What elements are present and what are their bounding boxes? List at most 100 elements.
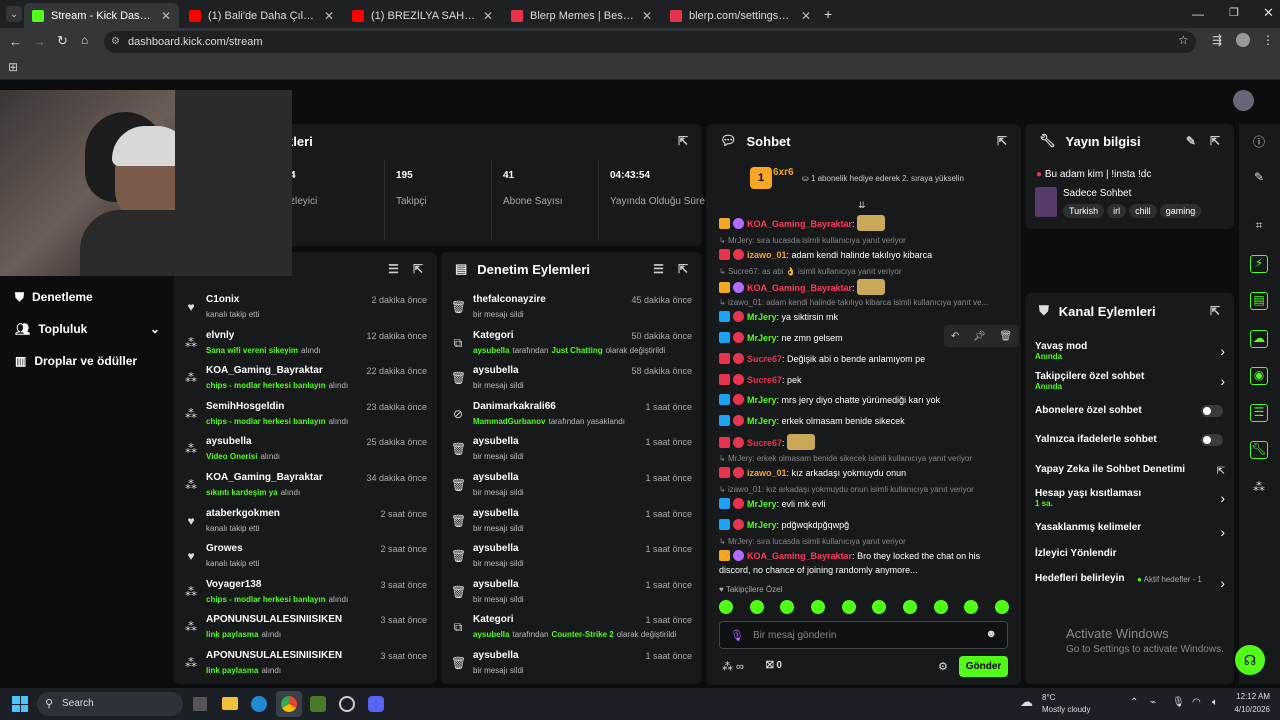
stream-tag[interactable]: irl [1107,204,1127,218]
moderation-row[interactable]: 🗑︎ aysubella 1 saat önce bir mesajı sildi [441,432,702,468]
emote-icon[interactable] [902,600,917,614]
channel-action-row[interactable]: Takipçilere özel sohbet Anında › [1035,371,1225,393]
moderation-row[interactable]: 🗑︎ aysubella 1 saat önce bir mesajı sildi [441,539,702,575]
chat-message[interactable]: KOA_Gaming_Bayraktar: [719,279,1011,295]
channel-action-row[interactable]: Yapay Zeka ile Sohbet Denetimi ⇱ [1035,464,1225,486]
popout-icon[interactable]: ⇱ [1210,304,1220,318]
tab-close-icon[interactable]: ✕ [324,9,334,23]
chat-input[interactable]: 🎙︎ Bir mesaj gönderin ☻ [719,621,1008,649]
obs-icon[interactable] [339,696,355,712]
emote-icon[interactable] [749,600,764,614]
chat-message[interactable]: MrJery: pdğwqkdpğqwpğ [719,518,1011,532]
moderation-row[interactable]: ⧉ Kategori 1 saat önce aysubella tarafından C… [441,610,702,646]
app-icon[interactable] [310,696,326,712]
activity-row[interactable]: ⁂ SemihHosgeldin 23 dakika önce chips - mod… [174,397,437,433]
send-button[interactable]: Gönder [959,656,1008,677]
file-explorer-icon[interactable] [222,697,238,710]
pencil-icon[interactable]: ✎ [1250,170,1268,188]
edge-icon[interactable] [251,696,267,712]
emote-icon[interactable] [964,600,979,614]
tab-close-icon[interactable]: ✕ [642,9,652,23]
activity-row[interactable]: ♥ C1onix 2 dakika önce kanalı takip etti [174,290,437,326]
activity-row[interactable]: ♥ ataberkgokmen 2 saat önce kanalı takip et… [174,504,437,540]
activity-row[interactable]: ⁂ Voyager138 3 saat önce chips - modlar her… [174,575,437,611]
tab-close-icon[interactable]: ✕ [483,9,493,23]
pin-icon[interactable]: 📌︎ [973,331,986,342]
chat-message[interactable]: MrJery: ya siktirsin mk [719,310,1011,324]
user-avatar[interactable] [1233,90,1254,111]
menu-icon[interactable]: ⋮ [1262,33,1274,47]
chat-username[interactable]: izawo_01 [747,250,787,260]
nav-item-moderation[interactable]: ⛊ Denetleme [15,290,93,305]
browser-tab[interactable]: Blerp Memes | Best Streamer So ✕ [503,3,660,28]
back-icon[interactable]: ← [9,34,22,49]
channel-action-row[interactable]: Yalnızca ifadelerle sohbet [1035,434,1225,456]
tab-search-button[interactable]: ⌄ [6,6,22,22]
activity-row[interactable]: ⁂ KOA_Gaming_Bayraktar 22 dakika önce chips… [174,361,437,397]
tools-icon[interactable]: 🔧︎ [1250,441,1268,459]
activity-row[interactable]: ⁂ aysubella 25 dakika önce Video Onerisi alı… [174,432,437,468]
chat-username[interactable]: Sucre67 [747,354,782,364]
reply-context[interactable]: ↳ Sucre67: as abi 👌 isimli kullanıcıya y… [719,267,1011,276]
broadcast-icon[interactable]: ◉ [1250,367,1268,385]
moderation-row[interactable]: ⊘ Danimarkakrali66 1 saat önce MammadGurban… [441,397,702,433]
stream-tag[interactable]: chill [1129,204,1157,218]
browser-tab[interactable]: blerp.com/settings?settingsTyp ✕ [662,3,819,28]
edit-icon[interactable]: ✎ [1186,134,1196,148]
channel-action-row[interactable]: Abonelere özel sohbet [1035,405,1225,427]
crop-icon[interactable]: ⌗ [1250,218,1268,236]
drops-icon[interactable]: ⁂ [1250,480,1268,498]
reply-context[interactable]: ↳ izawo_01: kız arkadaşı yokmuydu onun i… [719,485,1011,494]
home-icon[interactable]: ⌂ [81,33,88,47]
filter-icon[interactable]: ☰ [388,262,399,276]
infinity-points-icon[interactable]: ⁂ ∞ [722,660,744,673]
activity-row[interactable]: ⁂ APONUNSULALESINIISIKEN 3 saat önce link p… [174,610,437,646]
chat-settings-icon[interactable]: ⚙ [938,660,948,673]
discord-icon[interactable] [368,696,384,712]
reload-icon[interactable]: ↻ [57,33,68,49]
mic-icon[interactable]: 🎙︎ [730,629,744,642]
close-window-button[interactable]: ✕ [1263,5,1274,21]
delete-icon[interactable]: 🗑︎ [999,331,1012,342]
chat-username[interactable]: Sucre67 [747,375,782,385]
toggle-switch[interactable] [1201,434,1223,446]
moderation-row[interactable]: 🗑︎ aysubella 1 saat önce bir mesajı sildi [441,468,702,504]
channel-points[interactable]: ⛝ 0 [766,660,782,671]
layers-icon[interactable]: ☰ [1250,404,1268,422]
chat-message[interactable]: Sucre67: pek [719,373,1011,387]
chat-username[interactable]: MrJery [747,312,777,322]
chat-icon[interactable]: ☁ [1250,330,1268,348]
mic-tray-icon[interactable]: 🎙︎ [1172,697,1185,708]
tab-close-icon[interactable]: ✕ [801,9,811,23]
chat-message[interactable]: izawo_01: adam kendi halinde takılıyo ki… [719,248,1011,262]
activity-row[interactable]: ♥ Growes 2 saat önce kanalı takip etti [174,539,437,575]
moderation-row[interactable]: ⧉ Kategori 50 dakika önce aysubella tarafınd… [441,326,702,362]
chat-message[interactable]: MrJery: erkek olmasam benide sikecek [719,414,1011,428]
nav-item-drops[interactable]: ▥ Droplar ve ödüller [15,354,137,368]
activity-row[interactable]: ⁂ elvnly 12 dakika önce Sana wifi vereni si… [174,326,437,362]
bookmark-star-icon[interactable]: ☆ [1178,33,1189,47]
browser-tab[interactable]: (1) BREZİLYA SAHİLLERİNDE SI ✕ [344,3,501,28]
chrome-taskbar-button[interactable] [276,691,302,717]
popout-icon[interactable]: ⇱ [678,262,688,276]
support-chat-icon[interactable]: ☊ [1235,645,1265,675]
gift-leaderboard-note[interactable]: ⛀ 1 abonelik hediye ederek 2. sıraya yük… [802,174,964,183]
network-icon[interactable]: ⌁ [1150,697,1156,708]
chat-username[interactable]: KOA_Gaming_Bayraktar [747,283,852,293]
chat-username[interactable]: Sucre67 [747,438,782,448]
emote-icon[interactable] [994,600,1009,614]
restore-button[interactable]: ❐ [1229,6,1239,19]
chat-message[interactable]: MrJery: mrs jery diyo chatte yürümediği … [719,393,1011,407]
emoji-icon[interactable]: ☻ [985,628,997,640]
popout-icon[interactable]: ⇱ [1210,134,1220,148]
popout-icon[interactable]: ⇱ [678,134,688,148]
url-field[interactable]: ⚙ dashboard.kick.com/stream [104,31,1196,53]
chat-username[interactable]: KOA_Gaming_Bayraktar [747,219,852,229]
emote-icon[interactable] [872,600,887,614]
chat-message[interactable]: Sucre67: Değişik abi o bende anlamıyom p… [719,352,1011,366]
popout-icon[interactable]: ⇱ [997,134,1007,148]
channel-action-row[interactable]: Hedefleri belirleyin ● Aktif hedefler - 1… [1035,573,1225,595]
chat-username[interactable]: MrJery [747,520,777,530]
forward-icon[interactable]: → [33,34,46,49]
stream-tag[interactable]: Turkish [1063,204,1105,218]
